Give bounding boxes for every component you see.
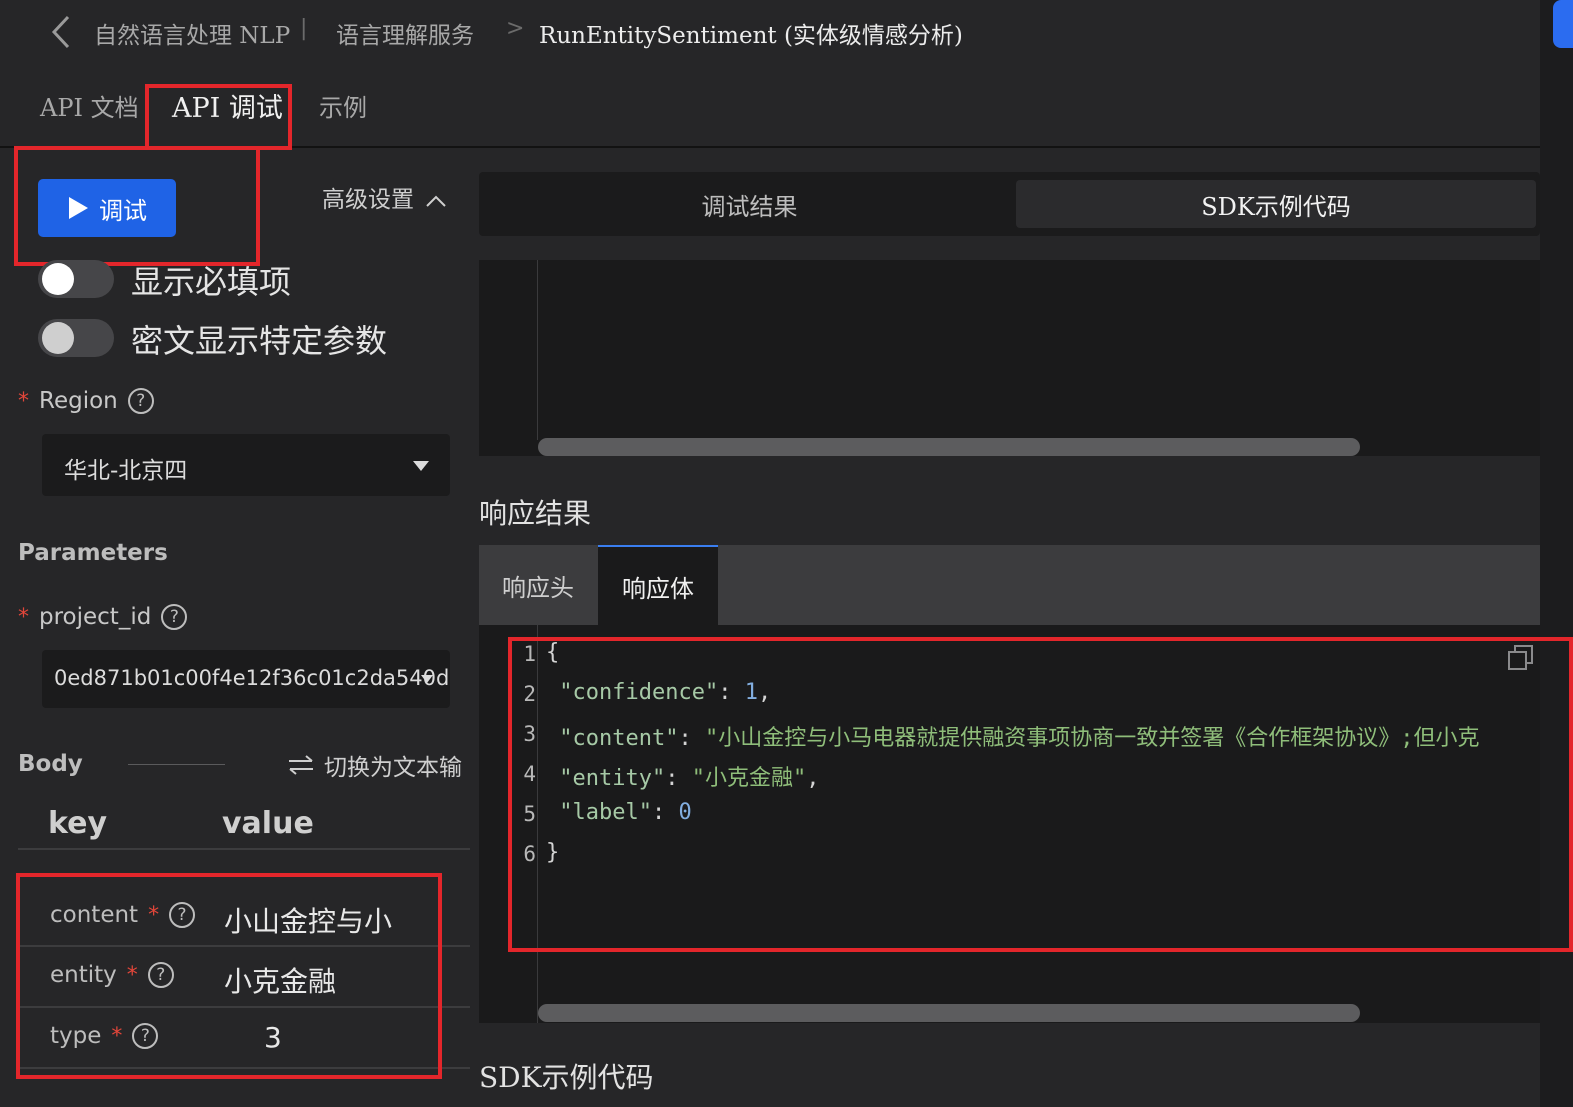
line-number: 4 (523, 762, 536, 786)
region-label-row: * Region ? (18, 388, 154, 414)
body-divider (128, 764, 225, 765)
advanced-settings-label: 高级设置 (322, 187, 414, 213)
row-divider (18, 1067, 470, 1069)
tab-api-debug[interactable]: API 调试 (172, 86, 283, 125)
project-id-select[interactable]: 0ed871b01c00f4e12f36c01c2da540d (42, 650, 450, 708)
line-number: 6 (523, 842, 536, 866)
help-icon[interactable]: ? (127, 388, 154, 414)
tab-response-headers[interactable]: 响应头 (479, 545, 597, 625)
sdk-section-title: SDK示例代码 (479, 1061, 654, 1094)
table-row[interactable]: type * ? 3 (18, 1009, 470, 1067)
required-mark: * (111, 1023, 123, 1049)
mask-params-label: 密文显示特定参数 (131, 322, 388, 360)
json-value: "小山金控与小马电器就提供融资事项协商一致并签署《合作框架协议》;但小克 (704, 726, 1480, 751)
code-line: "label": 0 (559, 800, 692, 825)
project-id-value: 0ed871b01c00f4e12f36c01c2da540d (54, 666, 450, 690)
debug-button[interactable]: 调试 (38, 179, 176, 237)
dropdown-caret-icon (413, 461, 429, 471)
help-icon[interactable]: ? (147, 962, 174, 988)
breadcrumb-nlp[interactable]: 自然语言处理 NLP (94, 16, 290, 50)
region-select[interactable]: 华北-北京四 (42, 434, 450, 496)
json-key: "content" (559, 726, 679, 751)
breadcrumb-current: RunEntitySentiment (实体级情感分析) (539, 23, 963, 49)
tab-api-doc[interactable]: API 文档 (40, 88, 139, 123)
column-header-value: value (222, 806, 314, 841)
body-title: Body (18, 751, 83, 777)
line-number: 3 (523, 722, 536, 746)
side-float-button[interactable] (1553, 0, 1573, 48)
param-key: entity (50, 962, 117, 988)
required-mark: * (148, 902, 160, 928)
region-select-value: 华北-北京四 (64, 458, 188, 484)
show-required-switch[interactable] (38, 260, 114, 298)
page-scrollbar-track[interactable] (1540, 0, 1573, 1107)
code-line: "content": "小山金控与小马电器就提供融资事项协商一致并签署《合作框架… (559, 726, 1480, 751)
column-header-key: key (48, 806, 108, 841)
line-number: 2 (523, 682, 536, 706)
switch-to-text-button[interactable]: 切换为文本输 (286, 748, 470, 782)
code-line: "entity": "小克金融", (559, 766, 820, 791)
help-icon[interactable]: ? (169, 902, 196, 928)
project-id-label-row: * project_id ? (18, 604, 188, 630)
editor-gutter (537, 625, 538, 1023)
copy-icon[interactable] (1506, 643, 1536, 673)
tab-example[interactable]: 示例 (319, 88, 367, 123)
chevron-up-icon (426, 195, 447, 207)
required-mark: * (126, 962, 138, 988)
row-divider (18, 1006, 470, 1008)
project-id-label: project_id (39, 604, 152, 630)
mask-params-switch[interactable] (38, 319, 114, 357)
required-mark: * (18, 604, 29, 630)
param-key: type (50, 1023, 102, 1049)
table-row[interactable]: entity * ? 小克金融 (18, 948, 470, 1006)
help-icon[interactable]: ? (132, 1023, 159, 1049)
code-line: } (546, 840, 560, 865)
json-key: "entity" (559, 766, 666, 791)
response-editor-hscrollbar[interactable] (538, 1004, 1360, 1022)
switch-knob (42, 322, 74, 354)
breadcrumb-separator: | (300, 16, 308, 41)
swap-icon (289, 755, 313, 775)
table-row[interactable]: content * ? 小山金控与小 (18, 888, 470, 946)
row-divider (18, 945, 470, 947)
help-icon[interactable]: ? (161, 604, 188, 630)
dropdown-caret-icon (421, 675, 433, 683)
tab-debug-result[interactable]: 调试结果 (487, 180, 1012, 228)
breadcrumb-chevron: > (506, 16, 525, 41)
json-value: 1 (744, 680, 758, 705)
code-line: "confidence": 1, (559, 680, 772, 705)
line-number: 1 (523, 642, 536, 666)
region-label: Region (39, 388, 118, 414)
json-value: "小克金融" (691, 766, 807, 791)
advanced-settings-toggle[interactable]: 高级设置 (322, 180, 447, 214)
required-mark: * (18, 388, 29, 414)
param-value[interactable]: 3 (264, 1021, 282, 1054)
table-header-divider (18, 848, 470, 850)
line-number: 5 (523, 802, 536, 826)
play-icon (69, 197, 88, 219)
tabs-divider (0, 146, 1540, 148)
json-value: 0 (678, 800, 692, 825)
tab-response-body[interactable]: 响应体 (598, 545, 718, 625)
tab-sdk-code[interactable]: SDK示例代码 (1016, 180, 1536, 228)
param-value[interactable]: 小克金融 (224, 960, 336, 1000)
response-title: 响应结果 (479, 497, 592, 530)
switch-knob (42, 263, 74, 295)
show-required-label: 显示必填项 (131, 263, 292, 301)
back-arrow-icon[interactable] (48, 14, 74, 50)
request-editor-hscrollbar[interactable] (538, 438, 1360, 456)
switch-to-text-label: 切换为文本输 (324, 755, 462, 781)
debug-button-label: 调试 (99, 196, 147, 225)
editor-gutter (537, 260, 538, 440)
json-key: "confidence" (559, 680, 719, 705)
param-key: content (50, 902, 139, 928)
json-key: "label" (559, 800, 652, 825)
request-editor[interactable] (479, 260, 1540, 456)
param-value[interactable]: 小山金控与小 (224, 900, 392, 940)
parameters-title: Parameters (18, 540, 168, 566)
breadcrumb-language-understanding[interactable]: 语言理解服务 (336, 16, 474, 50)
code-line: { (546, 640, 560, 665)
